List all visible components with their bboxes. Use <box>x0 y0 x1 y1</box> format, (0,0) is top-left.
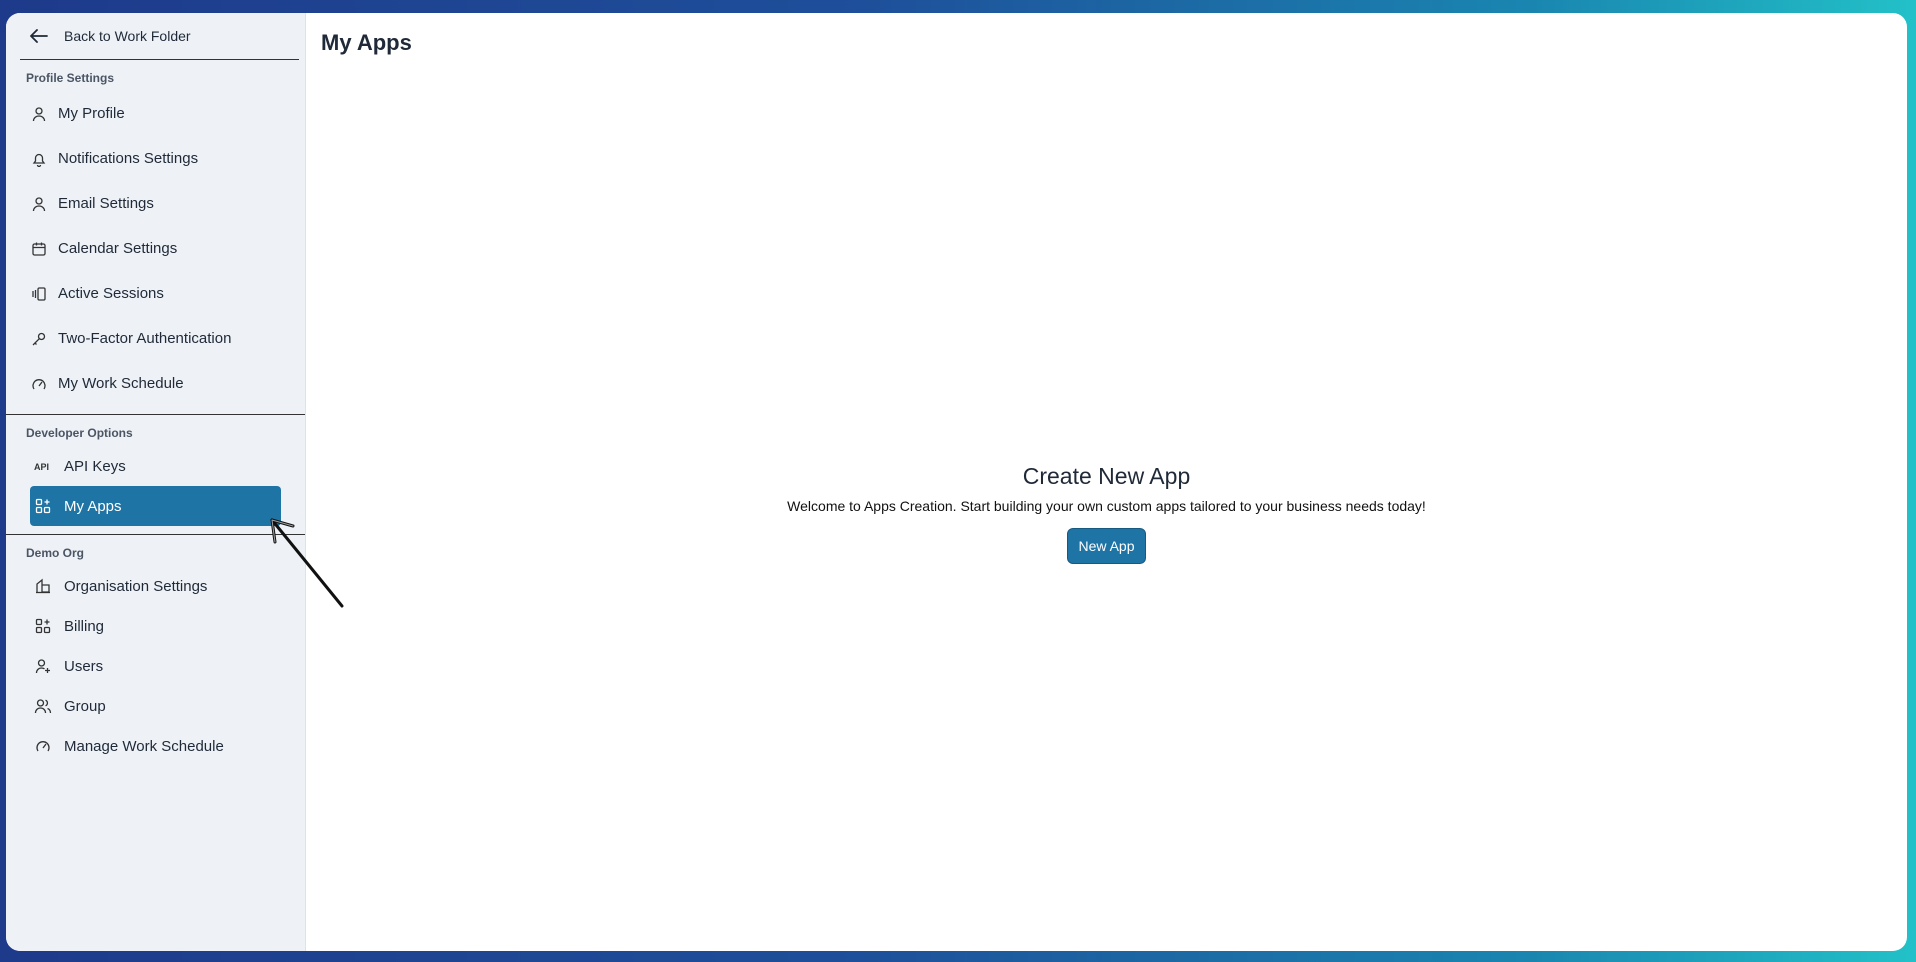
sidebar-item-label: Group <box>64 697 106 715</box>
apps-grid-icon <box>34 497 52 515</box>
sidebar-item-label: Manage Work Schedule <box>64 737 224 755</box>
sidebar-item-api-keys[interactable]: API API Keys <box>6 446 305 486</box>
back-label: Back to Work Folder <box>64 28 191 44</box>
key-icon <box>30 330 48 348</box>
sidebar-item-label: Notifications Settings <box>58 150 199 167</box>
api-icon: API <box>34 457 52 475</box>
sidebar-item-manage-work-schedule[interactable]: Manage Work Schedule <box>6 726 305 766</box>
sidebar-item-label: My Work Schedule <box>58 375 184 392</box>
new-app-button[interactable]: New App <box>1067 528 1146 564</box>
building-icon <box>34 577 52 595</box>
bell-icon <box>30 150 48 168</box>
sidebar-item-two-factor-authentication[interactable]: Two-Factor Authentication <box>6 316 305 361</box>
arrow-cursor-icon <box>270 518 344 608</box>
settings-sidebar: Back to Work Folder Profile Settings My … <box>6 13 306 951</box>
section-demo-org: Demo Org <box>26 546 85 560</box>
sidebar-item-label: Email Settings <box>58 195 154 212</box>
sidebar-item-label: My Apps <box>64 497 122 515</box>
sidebar-item-organisation-settings[interactable]: Organisation Settings <box>6 566 305 606</box>
apps-grid-icon <box>34 617 52 635</box>
sidebar-item-label: Calendar Settings <box>58 240 178 257</box>
empty-state-title: Create New App <box>1022 463 1191 489</box>
sessions-icon <box>30 285 48 303</box>
gauge-icon <box>34 737 52 755</box>
sidebar-item-label: Active Sessions <box>58 285 164 302</box>
back-to-work-folder-link[interactable]: Back to Work Folder <box>20 13 299 60</box>
sidebar-item-label: API Keys <box>64 457 126 475</box>
app-window: Back to Work Folder Profile Settings My … <box>6 13 1907 951</box>
sidebar-item-label: Two-Factor Authentication <box>58 330 232 347</box>
sidebar-item-email-settings[interactable]: Email Settings <box>6 181 305 226</box>
page-title: My Apps <box>321 30 412 55</box>
section-profile-settings: Profile Settings <box>26 71 115 85</box>
gauge-icon <box>30 375 48 393</box>
sidebar-item-my-profile[interactable]: My Profile <box>6 91 305 136</box>
sidebar-item-users[interactable]: Users <box>6 646 305 686</box>
sidebar-item-label: Billing <box>64 617 105 635</box>
empty-state: Create New App Welcome to Apps Creation.… <box>306 463 1907 564</box>
svg-text:API: API <box>34 462 49 472</box>
sidebar-item-my-work-schedule[interactable]: My Work Schedule <box>6 361 305 406</box>
arrow-left-icon <box>30 29 48 43</box>
section-developer-options: Developer Options <box>26 426 133 440</box>
sidebar-item-active-sessions[interactable]: Active Sessions <box>6 271 305 316</box>
sidebar-item-label: Users <box>64 657 104 675</box>
calendar-icon <box>30 240 48 258</box>
users-icon <box>34 697 52 715</box>
user-plus-icon <box>34 657 52 675</box>
empty-state-text: Welcome to Apps Creation. Start building… <box>787 498 1426 514</box>
sidebar-item-calendar-settings[interactable]: Calendar Settings <box>6 226 305 271</box>
sidebar-item-notifications-settings[interactable]: Notifications Settings <box>6 136 305 181</box>
sidebar-item-label: Organisation Settings <box>64 577 208 595</box>
sidebar-item-group[interactable]: Group <box>6 686 305 726</box>
sidebar-item-billing[interactable]: Billing <box>6 606 305 646</box>
sidebar-item-my-apps[interactable]: My Apps <box>30 486 281 526</box>
main-content: My Apps Create New App Welcome to Apps C… <box>306 13 1907 951</box>
user-icon <box>30 105 48 123</box>
sidebar-item-label: My Profile <box>58 105 125 122</box>
user-icon <box>30 195 48 213</box>
